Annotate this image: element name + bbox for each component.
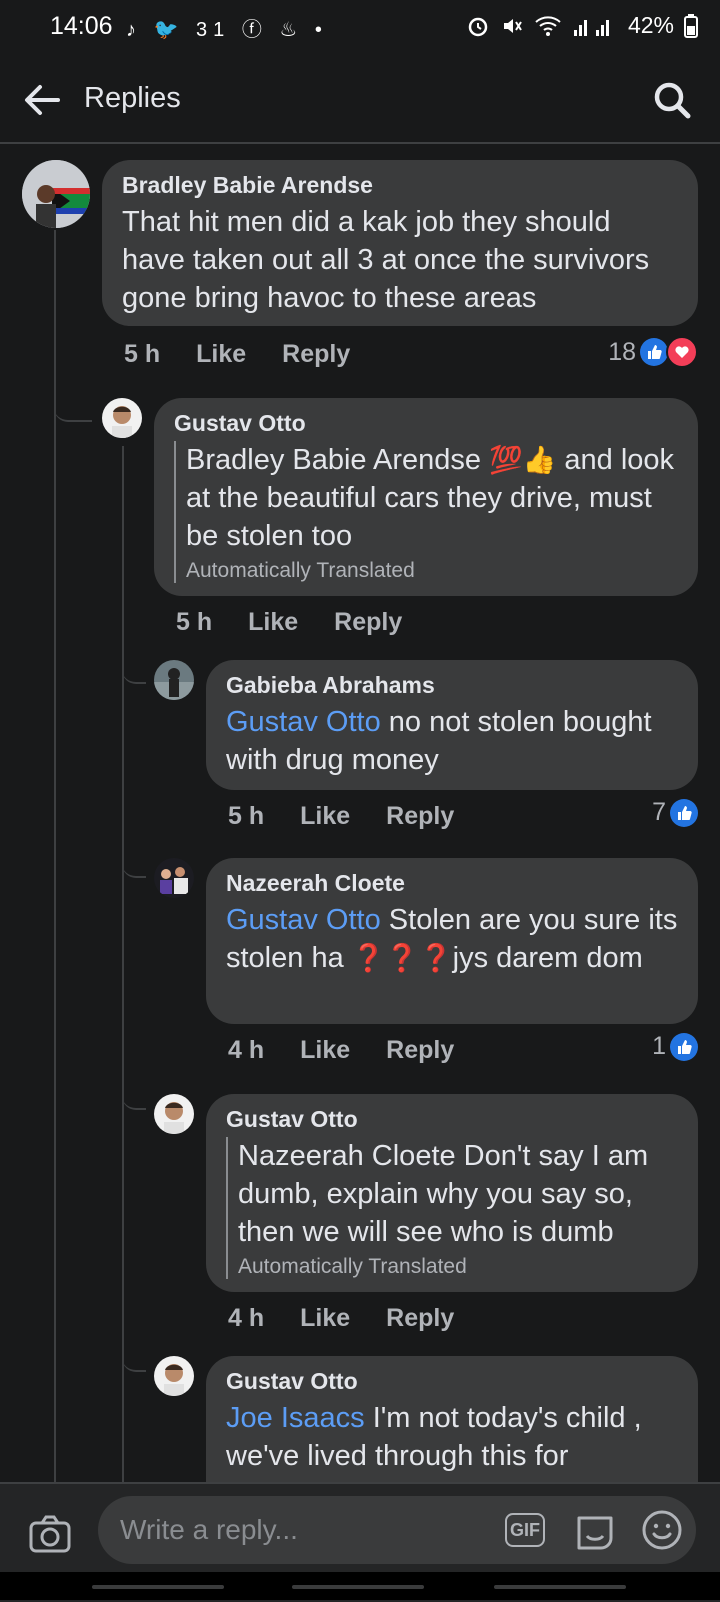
comment-time: 4 h	[228, 1304, 265, 1332]
comment-actions: 5 h Like Reply	[176, 608, 438, 637]
reaction-count: 18	[608, 337, 636, 366]
comment-bubble[interactable]: Nazeerah Cloete Gustav Otto Stolen are y…	[206, 858, 698, 1024]
reaction-summary[interactable]: 18	[608, 336, 698, 368]
comment-bubble[interactable]: Bradley Babie Arendse That hit men did a…	[102, 160, 698, 326]
system-navigation-bar	[0, 1572, 720, 1600]
like-button[interactable]: Like	[300, 1304, 350, 1333]
mention-link[interactable]: Gustav Otto	[226, 706, 381, 738]
thread-branch	[122, 1332, 146, 1372]
comment-actions: 4 h Like Reply	[228, 1036, 490, 1065]
comment-bubble[interactable]: Gustav Otto Joe Isaacs I'm not today's c…	[206, 1356, 698, 1482]
comment-bubble[interactable]: Gustav Otto Nazeerah Cloete Don't say I …	[206, 1094, 698, 1292]
sticker-icon[interactable]	[573, 1508, 617, 1552]
avatar[interactable]	[154, 858, 194, 898]
comment-text: That hit men did a kak job they should h…	[122, 206, 650, 314]
avatar[interactable]	[102, 398, 142, 438]
reaction-summary[interactable]: 1	[652, 1032, 698, 1061]
reply-button[interactable]: Reply	[386, 802, 454, 831]
nav-back-handle[interactable]	[494, 1585, 626, 1589]
reply-button[interactable]: Reply	[386, 1036, 454, 1065]
status-bar: 14:06 ♪ 🐦 31 ⓕ ♨ • 42%	[0, 0, 720, 56]
love-reaction-icon	[666, 336, 698, 368]
like-reaction-icon	[640, 338, 668, 366]
reply-button[interactable]: Reply	[386, 1304, 454, 1333]
like-button[interactable]: Like	[300, 1036, 350, 1065]
thread-line	[122, 446, 124, 1482]
emoji: ❓❓❓	[351, 943, 453, 973]
translation-label[interactable]: Automatically Translated	[186, 559, 678, 583]
mention-text: Bradley Babie Arendse	[186, 444, 490, 476]
comment-actions: 5 h Like Reply	[124, 340, 386, 369]
comment-text: Gustav Otto Stolen are you sure its stol…	[226, 901, 678, 977]
comment-bubble[interactable]: Gabieba Abrahams Gustav Otto no not stol…	[206, 660, 698, 790]
comment-text: Joe Isaacs I'm not today's child , we've…	[226, 1399, 678, 1475]
comment-time: 5 h	[176, 608, 213, 636]
battery-level: 42%	[627, 12, 674, 38]
emoji: 💯👍	[489, 445, 557, 475]
comment-time: 5 h	[228, 802, 265, 830]
battery-icon	[684, 13, 698, 38]
like-button[interactable]: Like	[300, 802, 350, 831]
comment-author[interactable]: Gustav Otto	[226, 1368, 678, 1395]
comment-text: Bradley Babie Arendse 💯👍 and look at the…	[186, 441, 678, 555]
like-reaction-icon	[670, 1032, 698, 1061]
system-status: 42%	[466, 12, 698, 39]
alarm-icon	[468, 17, 488, 36]
search-icon[interactable]	[650, 78, 694, 122]
status-time: 14:06	[50, 12, 113, 40]
signal-icon	[573, 19, 609, 36]
comment-body-end: jys darem dom	[452, 942, 643, 974]
avatar[interactable]	[154, 1094, 194, 1134]
comment-text: Gustav Otto no not stolen bought with dr…	[226, 703, 678, 779]
reply-button[interactable]: Reply	[282, 340, 350, 369]
comment-text: Nazeerah Cloete Don't say I am dumb, exp…	[238, 1140, 649, 1248]
nav-home-handle[interactable]	[292, 1585, 424, 1589]
avatar[interactable]	[154, 1356, 194, 1396]
comment-author[interactable]: Gabieba Abrahams	[226, 672, 678, 699]
reaction-count: 7	[652, 798, 666, 826]
comment-author[interactable]: Gustav Otto	[226, 1106, 678, 1133]
comment-author[interactable]: Gustav Otto	[174, 410, 678, 437]
thread-branch	[54, 374, 92, 422]
like-reaction-icon	[670, 798, 698, 827]
top-app-bar: Replies	[0, 56, 720, 144]
comment-time: 4 h	[228, 1036, 265, 1064]
translation-label[interactable]: Automatically Translated	[238, 1255, 678, 1279]
comment-author[interactable]: Nazeerah Cloete	[226, 870, 678, 897]
reply-button[interactable]: Reply	[334, 608, 402, 637]
reaction-count: 1	[652, 1032, 666, 1060]
thread-branch	[122, 644, 146, 684]
translated-text-block: Nazeerah Cloete Don't say I am dumb, exp…	[226, 1137, 678, 1279]
camera-icon[interactable]	[28, 1512, 72, 1556]
reaction-summary[interactable]: 7	[652, 798, 698, 827]
thread-branch	[122, 838, 146, 878]
like-button[interactable]: Like	[248, 608, 298, 637]
comment-author[interactable]: Bradley Babie Arendse	[122, 172, 678, 199]
back-arrow-icon[interactable]	[20, 78, 64, 122]
mention-link[interactable]: Joe Isaacs	[226, 1402, 365, 1434]
replies-thread[interactable]: Bradley Babie Arendse That hit men did a…	[0, 144, 720, 1482]
thread-branch	[122, 1070, 146, 1110]
thread-line	[54, 230, 56, 1482]
comment-bubble[interactable]: Gustav Otto Bradley Babie Arendse 💯👍 and…	[154, 398, 698, 596]
comment-actions: 4 h Like Reply	[228, 1304, 490, 1333]
page-title: Replies	[84, 82, 181, 114]
avatar[interactable]	[22, 160, 90, 228]
notification-icons: ♪ 🐦 31 ⓕ ♨ •	[126, 19, 328, 41]
wifi-icon	[535, 15, 561, 36]
nav-recents-handle[interactable]	[92, 1585, 224, 1589]
mention-link[interactable]: Gustav Otto	[226, 904, 381, 936]
gif-button[interactable]: GIF	[505, 1513, 545, 1547]
like-button[interactable]: Like	[196, 340, 246, 369]
comment-actions: 5 h Like Reply	[228, 802, 490, 831]
mute-icon	[503, 18, 522, 33]
comment-time: 5 h	[124, 340, 161, 368]
emoji-icon[interactable]	[640, 1508, 684, 1552]
translated-text-block: Bradley Babie Arendse 💯👍 and look at the…	[174, 441, 678, 583]
avatar[interactable]	[154, 660, 194, 700]
